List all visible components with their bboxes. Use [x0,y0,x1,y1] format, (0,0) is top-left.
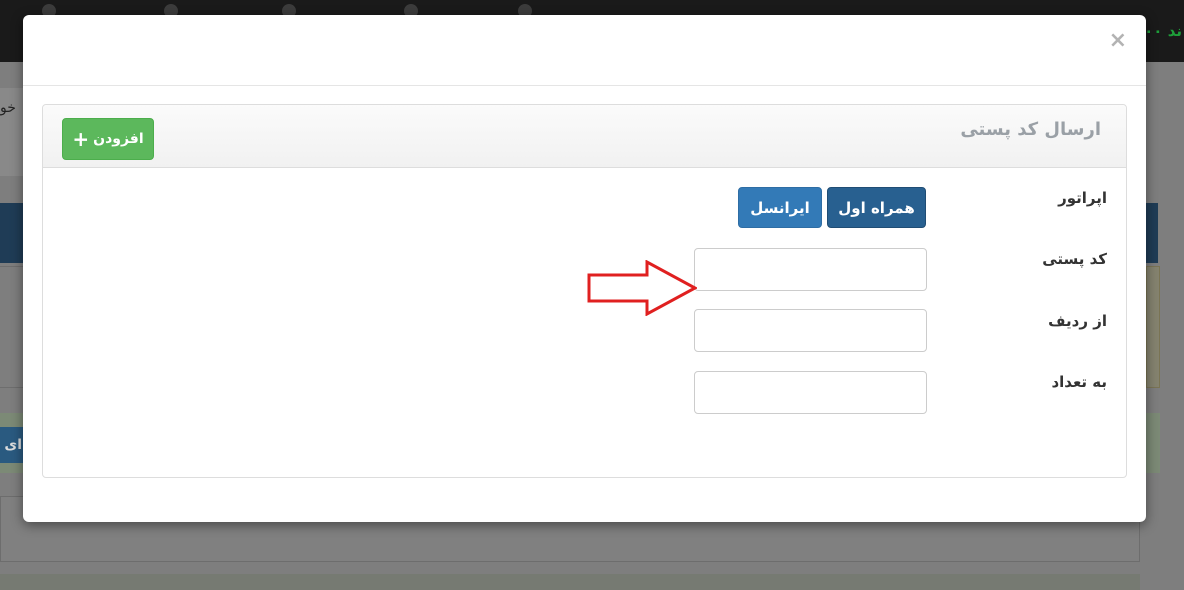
operator-hamrah-aval-button[interactable]: همراه اول [827,187,926,228]
annotation-arrow-icon [587,260,697,316]
modal-dialog: × ارسال کد پستی + افزودن اپراتور همراه ا… [23,15,1146,522]
close-button[interactable]: × [1109,29,1127,53]
modal-header: × [23,15,1146,86]
plus-icon: + [72,127,90,151]
from-row-input[interactable] [694,309,927,352]
background-footer [0,574,1140,590]
add-button[interactable]: + افزودن [62,118,154,160]
postal-code-input[interactable] [694,248,927,291]
background-alert-box [1146,266,1160,388]
from-row-label: از ردیف [1048,312,1107,330]
panel-title: ارسال کد پستی [960,119,1101,140]
background-side-text: خو [0,100,16,116]
background-box [0,266,24,388]
operator-label: اپراتور [1058,189,1107,207]
background-blue-bar [0,203,24,263]
topbar-balance-text: ند ۰۰ [1144,22,1182,40]
operator-irancell-button[interactable]: ایرانسل [738,187,822,228]
postal-code-label: کد پستی [1042,250,1107,268]
count-input[interactable] [694,371,927,414]
background-button: ای [0,427,24,463]
panel-heading: ارسال کد پستی + افزودن [43,105,1126,168]
add-button-label: افزودن [93,131,144,147]
count-label: به تعداد [1051,373,1107,391]
postal-code-panel: ارسال کد پستی + افزودن اپراتور همراه اول… [42,104,1127,478]
background-blue-bar [1146,203,1158,263]
